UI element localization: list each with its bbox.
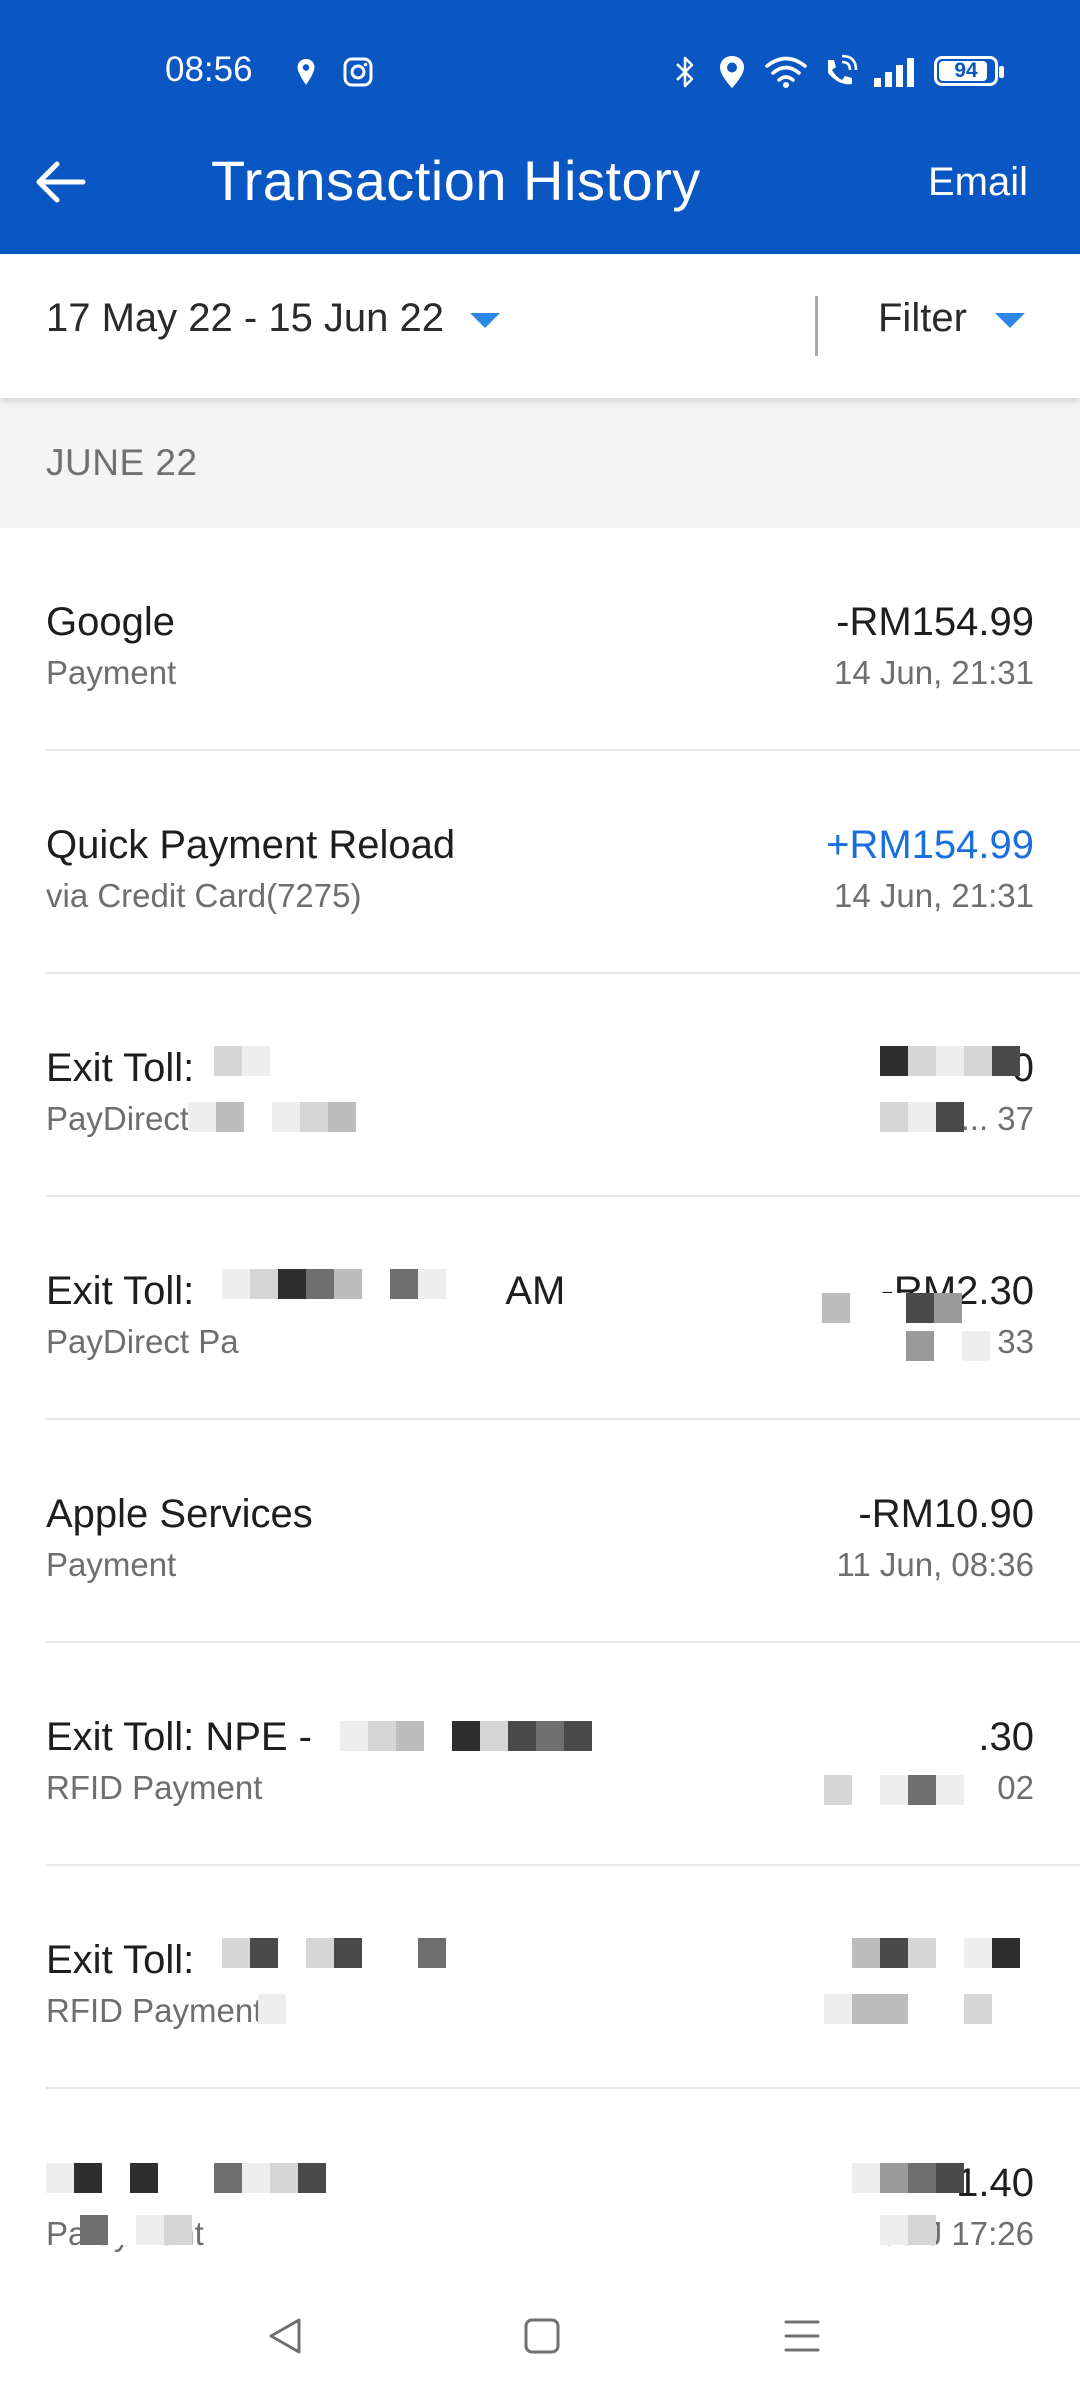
transaction-list: Google Payment -RM154.99 14 Jun, 21:31 Q… [0, 528, 1080, 2312]
date-range-selector[interactable]: 17 May 22 - 15 Jun 22 [46, 296, 501, 341]
redaction-block [46, 2163, 326, 2193]
transaction-amount: -RM154.99 [836, 600, 1034, 644]
transaction-type: via Credit Card(7275) [46, 877, 362, 914]
location-icon [718, 50, 746, 94]
redaction-block [852, 2163, 964, 2193]
battery-level: 94 [954, 59, 978, 82]
transaction-date: 33 [997, 1323, 1034, 1360]
redaction-block [222, 1938, 446, 1968]
month-section-header: JUNE 22 [0, 398, 1080, 528]
section-label: JUNE 22 [46, 442, 198, 483]
transaction-row[interactable]: Google Payment -RM154.99 14 Jun, 21:31 [0, 528, 1080, 751]
date-range-label: 17 May 22 - 15 Jun 22 [46, 296, 445, 340]
filter-bar: 17 May 22 - 15 Jun 22 Filter [0, 254, 1080, 398]
filter-label: Filter [878, 296, 967, 340]
transaction-type: PayDirect Pa [46, 1323, 239, 1360]
redaction-block [80, 2215, 192, 2245]
transaction-type: PayDirect [46, 1100, 190, 1137]
transaction-name: Exit Toll: NPE - [46, 1715, 312, 1759]
transaction-amount: .30 [978, 1715, 1034, 1759]
transaction-date: 02 [997, 1769, 1034, 1806]
status-bar: 08:56 94 [0, 0, 1080, 140]
nav-menu-icon[interactable] [780, 2314, 824, 2358]
redaction-block [822, 1293, 962, 1323]
transaction-row[interactable]: Apple Services Payment -RM10.90 11 Jun, … [0, 1420, 1080, 1643]
system-nav-bar [0, 2270, 1080, 2400]
redaction-block [850, 1331, 990, 1361]
transaction-name: Google [46, 600, 175, 644]
wifi-icon [764, 50, 808, 94]
transaction-type: Payment [46, 1546, 177, 1583]
transaction-row[interactable]: Exit Toll: PayDirect 0 12 ... 37 [0, 974, 1080, 1197]
transaction-type: Payment [46, 654, 177, 691]
transaction-amount: -RM10.90 [858, 1492, 1034, 1536]
redaction-block [852, 1938, 1020, 1968]
transaction-row[interactable]: Exit Toll: NPE - RFID Payment .30 02 [0, 1643, 1080, 1866]
instagram-icon [342, 50, 374, 94]
wifi-calling-icon [822, 50, 858, 94]
redaction-block [188, 1102, 356, 1132]
email-button[interactable]: Email [928, 160, 1028, 205]
transaction-row[interactable]: Quick Payment Reload via Credit Card(727… [0, 751, 1080, 974]
app-bar: 08:56 94 Transaction History Email [0, 0, 1080, 254]
transaction-type: RFID Payment [46, 1769, 263, 1806]
redaction-block [880, 2215, 936, 2245]
redaction-block [880, 1046, 1020, 1076]
redaction-block [824, 1994, 992, 2024]
redaction-block [340, 1721, 592, 1751]
transaction-amount: 1.40 [956, 2161, 1034, 2205]
transaction-amount: +RM154.99 [826, 823, 1034, 867]
redaction-block [222, 1269, 446, 1299]
redaction-block [852, 1102, 964, 1132]
transaction-name: Apple Services [46, 1492, 313, 1536]
bluetooth-icon [674, 50, 696, 94]
transaction-date: 11 Jun, 08:36 [836, 1546, 1034, 1583]
caret-down-icon [470, 313, 501, 328]
transaction-name: Quick Payment Reload [46, 823, 456, 867]
transaction-date: 14 Jun, 21:31 [834, 654, 1034, 691]
filter-divider [815, 296, 818, 356]
nav-home-icon[interactable] [520, 2314, 564, 2358]
location-pin-icon [296, 50, 316, 94]
battery-icon: 94 [934, 56, 1004, 86]
page-title: Transaction History [211, 149, 701, 212]
transaction-date: 14 Jun, 21:31 [834, 877, 1034, 914]
arrow-left-icon [36, 161, 86, 203]
transaction-name: Exit Toll: [46, 1046, 195, 1090]
transaction-type: RFID Payment [46, 1992, 263, 2029]
redaction-block [214, 1046, 298, 1076]
nav-back-icon[interactable] [262, 2314, 306, 2358]
transaction-row[interactable]: Exit Toll: RFID Payment [0, 1866, 1080, 2089]
transaction-name: Exit Toll: [46, 1938, 195, 1982]
redaction-block [258, 1994, 286, 2024]
filter-button[interactable]: Filter [878, 296, 1025, 341]
transaction-row[interactable]: Exit Toll: AM PayDirect Pa -RM2.30 33 [0, 1197, 1080, 1420]
redaction-block [824, 1775, 964, 1805]
status-time: 08:56 [165, 50, 253, 89]
caret-down-icon [994, 313, 1025, 328]
back-button[interactable] [28, 150, 92, 214]
signal-icon [872, 50, 918, 94]
